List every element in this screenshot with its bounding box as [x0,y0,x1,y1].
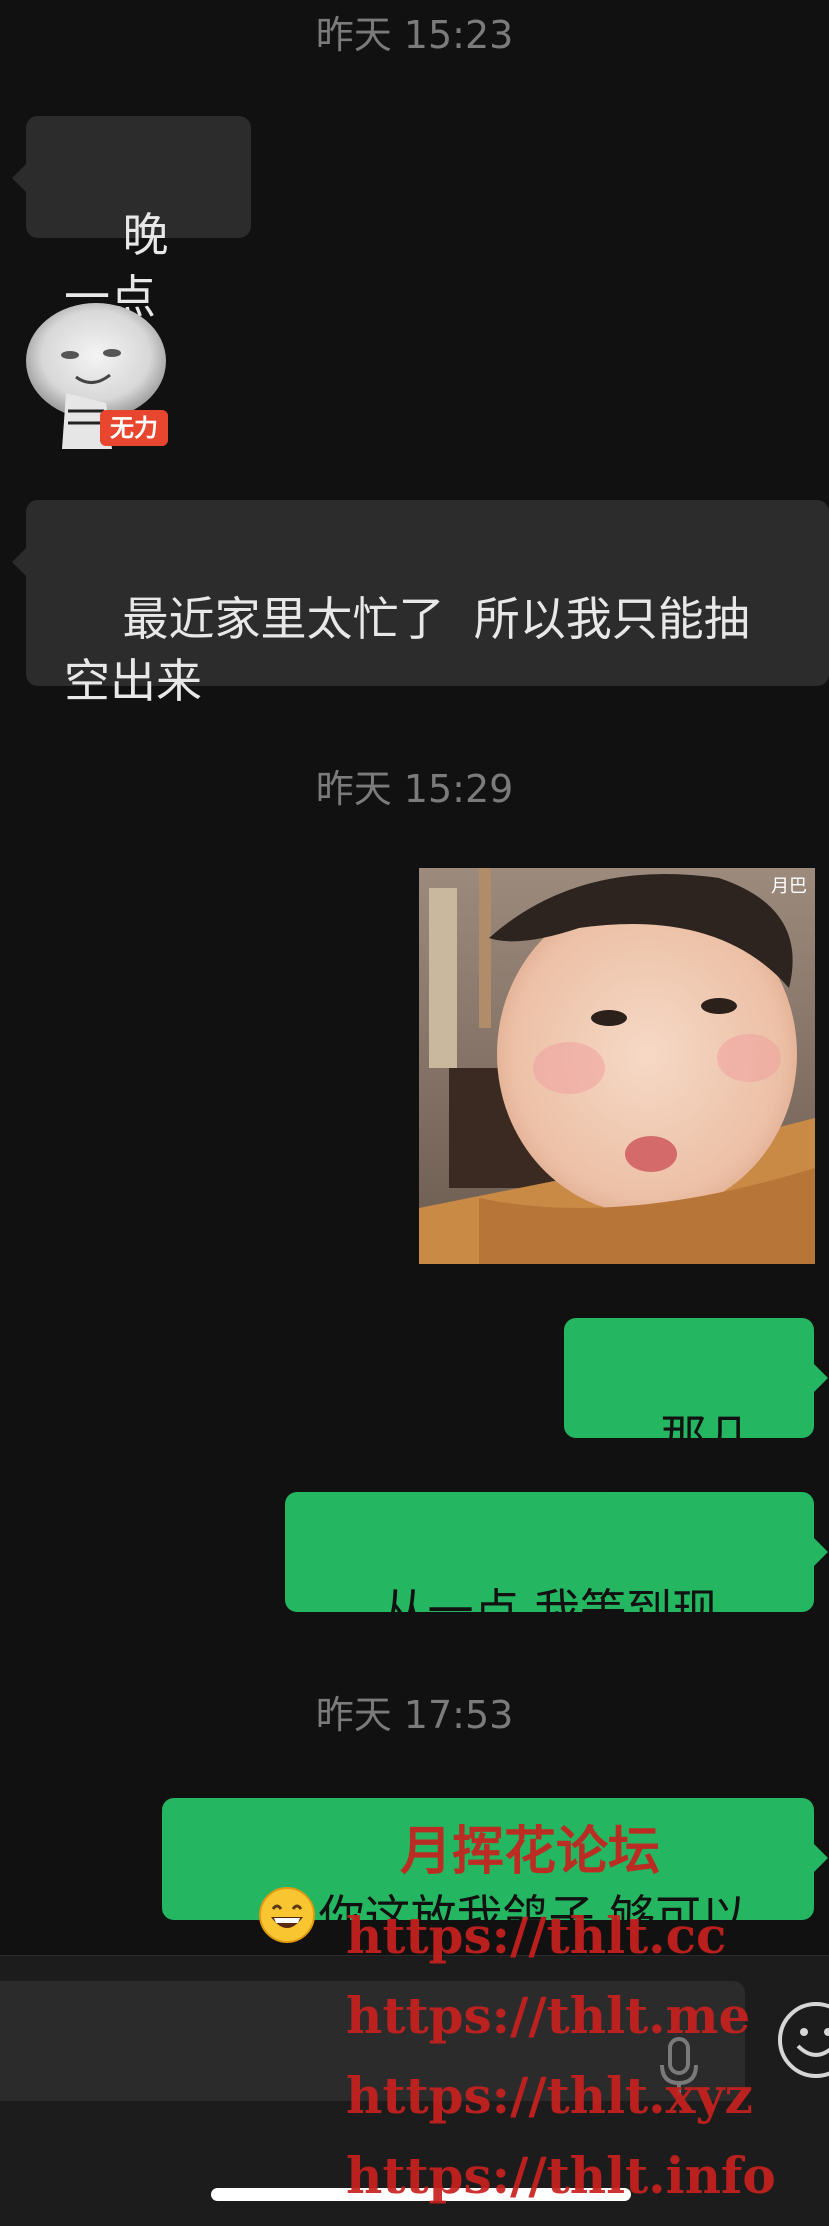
watermark-link: https://thlt.cc [346,1906,727,1965]
watermark-link: https://thlt.me [346,1986,751,2045]
message-text: 从一点 我等到现在... [323,1584,719,1700]
timestamp: 昨天 15:23 [315,13,514,57]
grinning-face-emoji-icon [258,1887,315,1943]
incoming-message-bubble[interactable]: 晚一点 [12,116,251,324]
watermark-link: https://thlt.info [346,2146,776,2205]
photo-watermark: 月巴 [771,876,807,897]
watermark-link: https://thlt.xyz [346,2066,753,2125]
message-text: 最近家里太忙了 所以我只能抽空出来 [64,592,750,708]
image-message[interactable]: 月巴 [419,868,815,1264]
chat-message-list[interactable]: 昨天 15:23 晚一点 无力 最近家里太忙了 所以我只能抽空出来 昨天 15:… [0,0,829,2006]
sticker-label: 无力 [100,410,168,446]
outgoing-message-bubble[interactable]: 那几点? [564,1318,828,1526]
incoming-message-bubble[interactable]: 最近家里太忙了 所以我只能抽空出来 [12,500,829,708]
child-photo [419,868,815,1264]
watermark-title: 月挥花论坛 [400,1821,661,1882]
smiley-icon[interactable] [776,2000,829,2080]
timestamp: 昨天 15:29 [315,767,514,811]
outgoing-message-bubble[interactable]: 从一点 我等到现在... [285,1492,828,1700]
timestamp: 昨天 17:53 [315,1693,514,1737]
